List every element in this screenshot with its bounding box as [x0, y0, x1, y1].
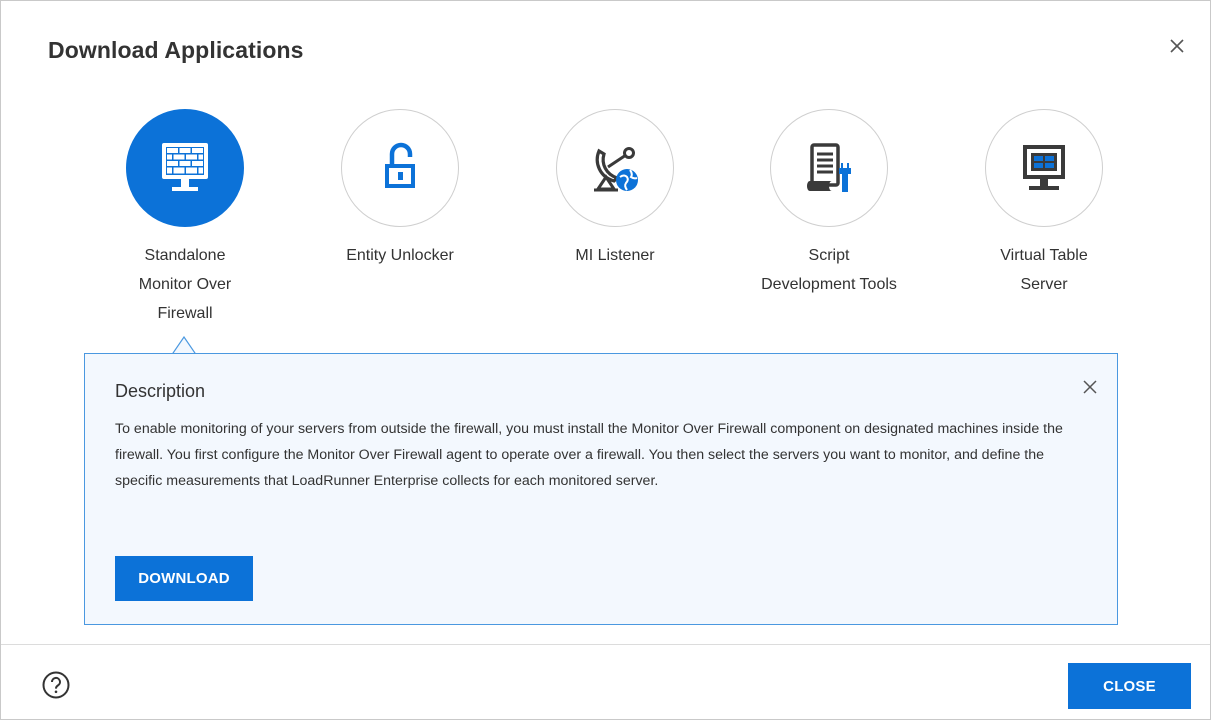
app-label: Virtual Table Server	[1000, 247, 1088, 293]
script-tools-icon	[807, 143, 851, 192]
app-mi-listener[interactable]: MI Listener	[535, 109, 695, 270]
close-button[interactable]: CLOSE	[1068, 663, 1191, 709]
help-icon[interactable]	[41, 670, 71, 700]
app-entity-unlocker[interactable]: Entity Unlocker	[320, 109, 480, 270]
description-panel: Description To enable monitoring of your…	[84, 353, 1118, 625]
app-virtual-table-server[interactable]: Virtual Table Server	[964, 109, 1124, 299]
download-applications-dialog: Download Applications Standalone Monitor…	[0, 0, 1211, 720]
app-label: Script Development Tools	[761, 247, 897, 293]
download-button[interactable]: DOWNLOAD	[115, 556, 253, 601]
application-list: Standalone Monitor Over Firewall Entity …	[1, 109, 1210, 339]
app-label: Entity Unlocker	[346, 247, 454, 264]
satellite-dish-icon	[594, 147, 638, 192]
dialog-title: Download Applications	[48, 37, 304, 63]
app-label: Standalone Monitor Over Firewall	[138, 247, 232, 322]
description-title: Description	[115, 381, 206, 401]
unlock-icon	[385, 142, 415, 188]
app-label: MI Listener	[575, 247, 655, 264]
close-icon[interactable]	[1166, 35, 1188, 57]
close-icon[interactable]	[1081, 378, 1099, 396]
app-script-development-tools[interactable]: Script Development Tools	[749, 109, 909, 299]
firewall-monitor-icon	[162, 143, 208, 191]
footer-divider	[1, 644, 1210, 645]
app-standalone-monitor-over-firewall[interactable]: Standalone Monitor Over Firewall	[105, 109, 265, 328]
description-text: To enable monitoring of your servers fro…	[115, 421, 1063, 489]
virtual-table-monitor-icon	[1023, 145, 1065, 190]
